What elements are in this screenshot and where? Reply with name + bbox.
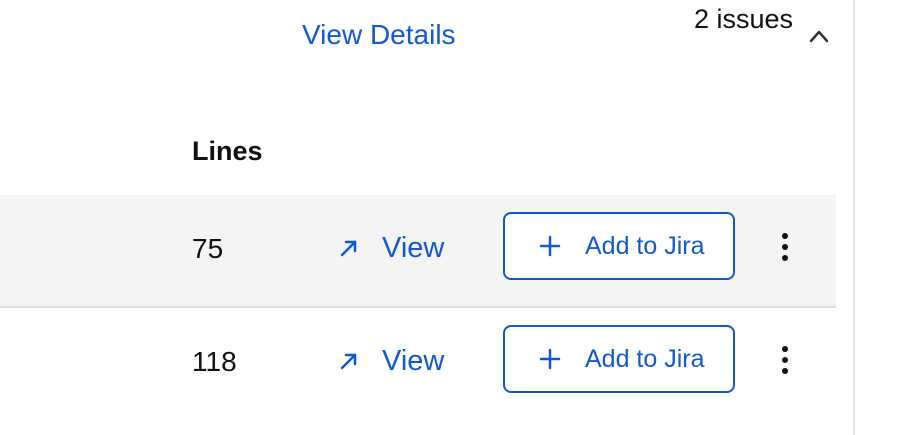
add-to-jira-label: Add to Jira [585, 232, 705, 260]
plus-icon [539, 235, 561, 257]
view-link[interactable]: View [338, 341, 444, 381]
table-row: 75 View Add to Jira [0, 195, 836, 308]
issues-count: 2 issues [694, 4, 794, 34]
lines-value: 75 [192, 233, 224, 264]
lines-value: 118 [192, 346, 237, 377]
issues-panel: View Details 2 issues Lines 75 View Add … [0, 0, 900, 435]
plus-icon [539, 348, 561, 370]
view-details-link[interactable]: View Details [302, 18, 456, 52]
column-header-lines: Lines [192, 136, 263, 166]
add-to-jira-button[interactable]: Add to Jira [503, 212, 735, 280]
add-to-jira-button[interactable]: Add to Jira [503, 325, 735, 393]
view-link-label: View [382, 345, 445, 377]
table-row: 118 View Add to Jira [0, 308, 836, 419]
chevron-up-icon[interactable] [806, 25, 832, 47]
view-link[interactable]: View [338, 228, 444, 268]
kebab-menu-icon[interactable] [774, 230, 796, 264]
panel-divider [853, 0, 855, 435]
view-link-label: View [382, 232, 445, 264]
kebab-menu-icon[interactable] [774, 343, 796, 377]
add-to-jira-label: Add to Jira [585, 345, 705, 373]
arrow-up-right-icon [340, 240, 357, 257]
arrow-up-right-icon [340, 353, 357, 370]
